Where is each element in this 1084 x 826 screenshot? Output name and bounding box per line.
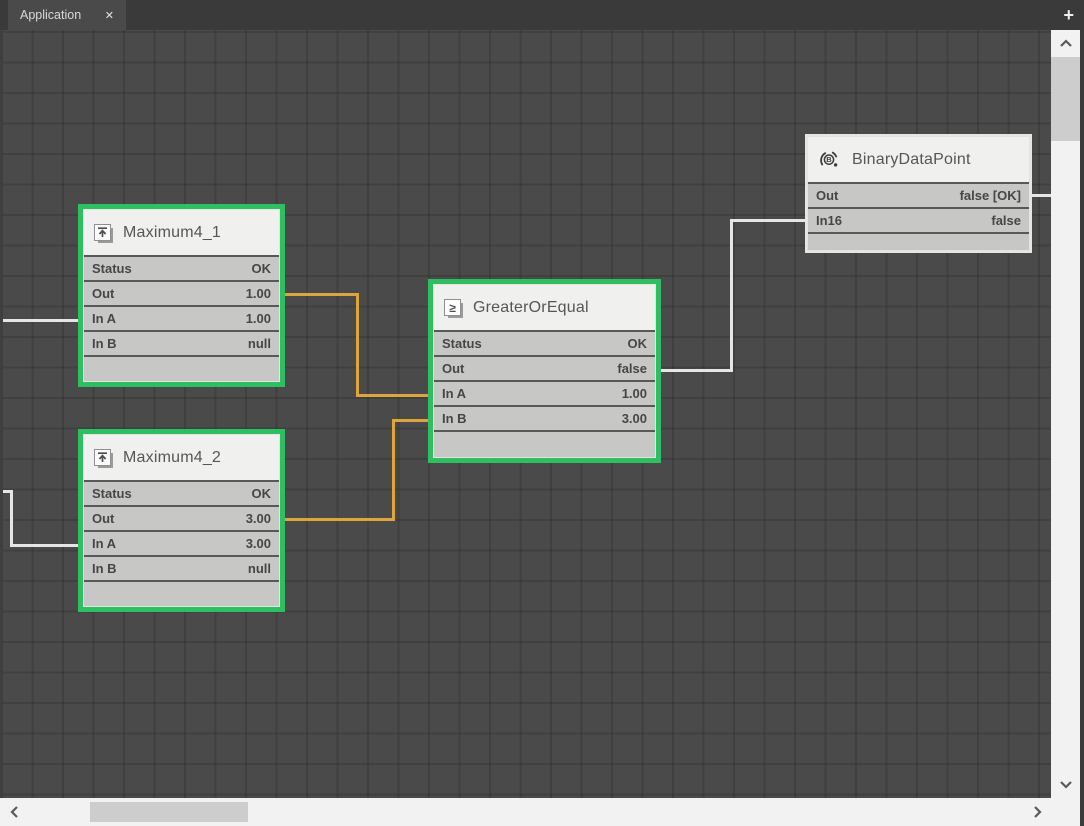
- wire-maximum4_2-out-to-gte-inb[interactable]: [392, 419, 395, 521]
- block-header[interactable]: B BinaryDataPoint: [808, 137, 1029, 182]
- canvas-left-edge: [0, 30, 3, 798]
- scroll-up-button[interactable]: [1051, 30, 1080, 57]
- binary-data-point-icon: B: [818, 149, 840, 171]
- slot-label: In B: [92, 561, 117, 576]
- slot-in-a[interactable]: In A 1.00: [84, 305, 279, 330]
- slot-in-b[interactable]: In B 3.00: [434, 405, 655, 430]
- slot-value: 3.00: [622, 411, 647, 426]
- scroll-right-button[interactable]: [1023, 798, 1051, 826]
- slot-value: false: [991, 213, 1021, 228]
- vertical-scrollbar-thumb[interactable]: [1051, 57, 1080, 141]
- maximum-icon: [94, 224, 111, 241]
- svg-text:B: B: [826, 155, 832, 164]
- wire-link-to-maximum4_1-ina[interactable]: [2, 319, 78, 322]
- slot-in-a[interactable]: In A 1.00: [434, 380, 655, 405]
- chevron-up-icon: [1059, 39, 1073, 48]
- wire-link-to-maximum4_2-ina[interactable]: [10, 544, 78, 547]
- slot-label: Status: [92, 486, 132, 501]
- slot-label: In A: [92, 536, 116, 551]
- slot-value: null: [248, 561, 271, 576]
- slot-label: In A: [92, 311, 116, 326]
- block-maximum4_2[interactable]: Maximum4_2 Status OK Out 3.00 In A 3.00 …: [78, 429, 285, 612]
- tab-application[interactable]: Application ✕: [8, 0, 126, 30]
- slot-label: Out: [442, 361, 464, 376]
- block-footer: [434, 430, 655, 457]
- slot-value: null: [248, 336, 271, 351]
- slot-value: 1.00: [622, 386, 647, 401]
- slot-value: 3.00: [246, 536, 271, 551]
- chevron-right-icon: [1033, 805, 1042, 819]
- wire-maximum4_2-out-to-gte-inb[interactable]: [285, 518, 395, 521]
- vertical-scrollbar[interactable]: [1051, 30, 1080, 798]
- slot-out[interactable]: Out false [OK]: [808, 182, 1029, 207]
- scroll-left-button[interactable]: [0, 798, 28, 826]
- slot-value: false [OK]: [960, 188, 1021, 203]
- horizontal-scrollbar-thumb[interactable]: [90, 802, 248, 822]
- slot-label: In A: [442, 386, 466, 401]
- wire-maximum4_1-out-to-gte-ina[interactable]: [285, 293, 359, 296]
- scrollbar-corner: [1051, 798, 1080, 826]
- block-title: BinaryDataPoint: [852, 151, 971, 169]
- maximum-icon: [94, 449, 111, 466]
- slot-label: Out: [92, 511, 114, 526]
- slot-out[interactable]: Out 1.00: [84, 280, 279, 305]
- slot-in-b[interactable]: In B null: [84, 555, 279, 580]
- greater-or-equal-icon: ≥: [444, 299, 461, 316]
- slot-label: In B: [92, 336, 117, 351]
- slot-status[interactable]: Status OK: [434, 330, 655, 355]
- tab-close-icon[interactable]: ✕: [105, 9, 114, 22]
- slot-label: Status: [92, 261, 132, 276]
- slot-out[interactable]: Out 3.00: [84, 505, 279, 530]
- slot-value: false: [617, 361, 647, 376]
- tab-label: Application: [20, 8, 97, 22]
- block-footer: [84, 580, 279, 606]
- chevron-down-icon: [1059, 780, 1073, 789]
- block-greaterorequal[interactable]: ≥ GreaterOrEqual Status OK Out false In …: [428, 279, 661, 463]
- block-maximum4_1[interactable]: Maximum4_1 Status OK Out 1.00 In A 1.00 …: [78, 204, 285, 387]
- slot-status[interactable]: Status OK: [84, 480, 279, 505]
- block-header[interactable]: ≥ GreaterOrEqual: [434, 285, 655, 330]
- slot-value: 1.00: [246, 286, 271, 301]
- slot-label: Out: [816, 188, 838, 203]
- wire-maximum4_1-out-to-gte-ina[interactable]: [356, 394, 428, 397]
- wire-gte-out-to-bdp-in16[interactable]: [661, 369, 733, 372]
- diagram-canvas[interactable]: Maximum4_1 Status OK Out 1.00 In A 1.00 …: [0, 30, 1051, 798]
- slot-value: 3.00: [246, 511, 271, 526]
- block-footer: [84, 355, 279, 381]
- window-right-edge: [1080, 30, 1084, 826]
- slot-in-b[interactable]: In B null: [84, 330, 279, 355]
- wire-gte-out-to-bdp-in16[interactable]: [730, 219, 805, 222]
- slot-value: OK: [628, 336, 648, 351]
- block-header[interactable]: Maximum4_2: [84, 435, 279, 480]
- slot-status[interactable]: Status OK: [84, 255, 279, 280]
- slot-value: OK: [252, 486, 272, 501]
- block-footer: [808, 232, 1029, 250]
- slot-label: In16: [816, 213, 842, 228]
- slot-in16[interactable]: In16 false: [808, 207, 1029, 232]
- slot-label: In B: [442, 411, 467, 426]
- slot-in-a[interactable]: In A 3.00: [84, 530, 279, 555]
- horizontal-scrollbar[interactable]: [0, 798, 1051, 826]
- block-binarydatapoint[interactable]: B BinaryDataPoint Out false [OK] In16 fa…: [805, 134, 1032, 253]
- scroll-down-button[interactable]: [1051, 771, 1080, 798]
- wire-bdp-out-to-right-edge[interactable]: [1032, 194, 1051, 197]
- wire-gte-out-to-bdp-in16[interactable]: [730, 219, 733, 372]
- slot-value: 1.00: [246, 311, 271, 326]
- tab-bar: Application ✕ +: [0, 0, 1084, 30]
- block-header[interactable]: Maximum4_1: [84, 210, 279, 255]
- wire-link-to-maximum4_2-ina[interactable]: [10, 490, 13, 547]
- block-title: Maximum4_2: [123, 449, 221, 467]
- add-tab-icon[interactable]: +: [1063, 2, 1074, 28]
- block-title: GreaterOrEqual: [473, 299, 589, 317]
- slot-out[interactable]: Out false: [434, 355, 655, 380]
- chevron-left-icon: [10, 805, 19, 819]
- slot-label: Status: [442, 336, 482, 351]
- slot-value: OK: [252, 261, 272, 276]
- block-title: Maximum4_1: [123, 224, 221, 242]
- wire-maximum4_2-out-to-gte-inb[interactable]: [392, 419, 428, 422]
- wire-maximum4_1-out-to-gte-ina[interactable]: [356, 293, 359, 397]
- slot-label: Out: [92, 286, 114, 301]
